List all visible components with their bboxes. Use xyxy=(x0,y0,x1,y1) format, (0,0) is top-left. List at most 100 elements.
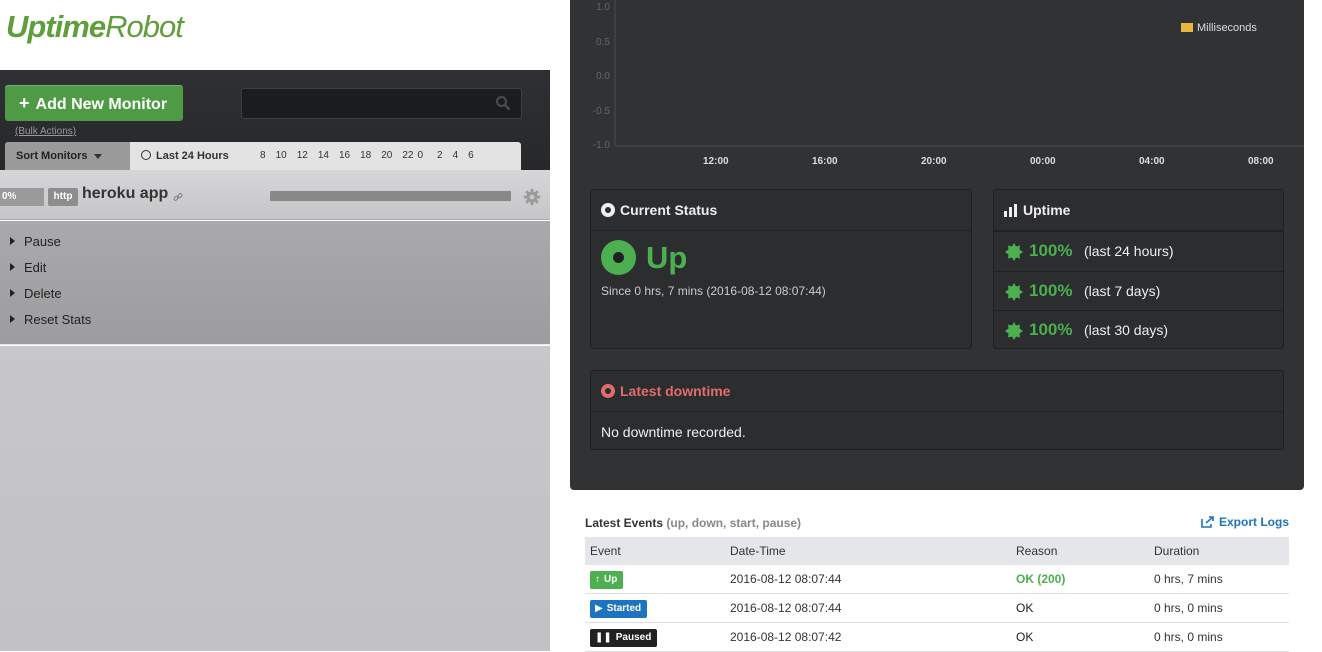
x-tick-label: 20:00 xyxy=(921,156,947,167)
sort-bar: Sort Monitors Last 24 Hours 8 10 12 14 16 18 2… xyxy=(5,142,521,170)
uptime-period: (last 7 days) xyxy=(1084,283,1161,299)
time-range-text: Last 24 Hours xyxy=(156,150,229,162)
y-tick-label: 0.0 xyxy=(596,71,610,82)
events-table-header: Event Date-Time Reason Duration xyxy=(585,537,1289,565)
hour-label: 22 xyxy=(402,150,414,161)
pause-action[interactable]: Pause xyxy=(10,232,61,252)
y-tick-label: 1.0 xyxy=(596,2,610,13)
play-icon: ▶ xyxy=(595,603,603,614)
export-icon xyxy=(1201,516,1214,528)
uptime-title: Uptime xyxy=(1023,202,1071,218)
caret-down-icon xyxy=(93,153,102,159)
monitor-actions-menu: Pause Edit Delete Reset Stats xyxy=(0,221,550,345)
time-range-label[interactable]: Last 24 Hours xyxy=(141,142,229,170)
bar-chart-icon xyxy=(1004,204,1018,217)
uptime-box: Uptime 100% (last 24 hours) 100% (last 7… xyxy=(993,189,1284,349)
gear-icon[interactable] xyxy=(523,188,541,206)
monitor-toolbar: + Add New Monitor (Bulk Actions) Sort Mon… xyxy=(0,70,550,170)
uptime-percent: 100% xyxy=(1029,281,1073,300)
column-header-reason[interactable]: Reason xyxy=(1016,537,1057,565)
event-label: Paused xyxy=(615,632,652,643)
hour-label: 14 xyxy=(317,150,329,161)
event-duration: 0 hrs, 0 mins xyxy=(1154,601,1223,615)
downtime-dot-icon xyxy=(601,384,615,398)
events-subtitle: (up, down, start, pause) xyxy=(666,516,802,530)
latest-downtime-header: Latest downtime xyxy=(591,371,1283,412)
event-label: Up xyxy=(604,574,618,585)
latest-downtime-text: No downtime recorded. xyxy=(601,424,746,440)
pause-icon: ❚❚ xyxy=(595,632,612,643)
event-duration: 0 hrs, 0 mins xyxy=(1154,630,1223,644)
table-row: ↑ Up 2016-08-12 08:07:44 OK (200) 0 hrs, … xyxy=(585,565,1289,594)
column-header-datetime[interactable]: Date-Time xyxy=(730,537,786,565)
events-title: Latest Events (up, down, start, pause) xyxy=(585,516,801,530)
sort-monitors-dropdown[interactable]: Sort Monitors xyxy=(5,142,130,170)
burst-icon xyxy=(1005,322,1023,340)
logo[interactable]: UptimeRobot xyxy=(6,8,184,46)
current-status-header: Current Status xyxy=(591,190,971,231)
edit-action-label: Edit xyxy=(24,260,47,275)
events-title-text: Latest Events xyxy=(585,516,664,530)
delete-action-label: Delete xyxy=(24,286,62,301)
triangle-right-icon xyxy=(10,263,15,271)
pause-action-label: Pause xyxy=(24,234,61,249)
uptime-period: (last 24 hours) xyxy=(1084,243,1174,259)
monitor-detail-panel: 1.0 0.5 0.0 -0.5 -1.0 12:00 16:00 20:00 00:00 04… xyxy=(570,0,1304,490)
column-header-duration[interactable]: Duration xyxy=(1154,537,1199,565)
edit-action[interactable]: Edit xyxy=(10,258,46,278)
hour-label: 12 xyxy=(296,150,308,161)
delete-action[interactable]: Delete xyxy=(10,284,62,304)
search-icon xyxy=(496,96,511,111)
hour-label: 10 xyxy=(275,150,287,161)
response-time-chart: 1.0 0.5 0.0 -0.5 -1.0 12:00 16:00 20:00 00:00 04… xyxy=(570,0,1304,180)
latest-events-section: Latest Events (up, down, start, pause) E… xyxy=(585,505,1289,652)
search-input[interactable] xyxy=(241,88,522,119)
table-row: ▶ Started 2016-08-12 08:07:44 OK 0 hrs, 0… xyxy=(585,594,1289,623)
y-tick-label: -0.5 xyxy=(592,105,610,117)
hour-label: 16 xyxy=(338,150,351,161)
uptime-percent: 100% xyxy=(1029,241,1073,260)
monitor-name[interactable]: heroku app xyxy=(82,185,168,203)
current-status-title: Current Status xyxy=(620,202,718,218)
burst-icon xyxy=(1005,283,1023,301)
uptime-row: 100% (last 24 hours) xyxy=(994,231,1283,270)
x-tick-label: 00:00 xyxy=(1030,156,1056,167)
reset-stats-action-label: Reset Stats xyxy=(24,312,92,327)
link-icon[interactable] xyxy=(173,192,183,202)
hour-label: 20 xyxy=(381,150,393,161)
hour-label: 6 xyxy=(468,150,474,161)
legend-label: Milliseconds xyxy=(1197,22,1257,34)
status-text: Up xyxy=(646,240,688,275)
event-reason: OK (200) xyxy=(1016,572,1066,586)
add-new-monitor-button[interactable]: + Add New Monitor xyxy=(5,85,183,121)
hour-label: 8 xyxy=(260,150,266,161)
uptime-period: (last 30 days) xyxy=(1084,322,1169,338)
status-dot-icon xyxy=(601,203,615,217)
export-logs-link[interactable]: Export Logs xyxy=(1201,515,1289,529)
hour-scale: 8 10 12 14 16 18 20 22 0 2 4 6 xyxy=(260,142,484,170)
hour-label: 2 xyxy=(437,150,443,161)
monitor-list-empty-area xyxy=(0,346,550,651)
event-badge-paused: ❚❚ Paused xyxy=(590,629,658,647)
uptime-header: Uptime xyxy=(994,190,1283,231)
x-tick-label: 08:00 xyxy=(1248,156,1274,167)
bulk-actions-link[interactable]: (Bulk Actions) xyxy=(15,126,76,137)
monitor-type-badge: http xyxy=(48,188,78,206)
uptime-row: 100% (last 30 days) xyxy=(994,310,1283,349)
reset-stats-action[interactable]: Reset Stats xyxy=(10,310,91,330)
event-reason: OK xyxy=(1016,601,1034,615)
triangle-right-icon xyxy=(10,289,15,297)
export-logs-label: Export Logs xyxy=(1218,515,1289,529)
event-label: Started xyxy=(606,603,642,614)
chart-legend: Milliseconds xyxy=(1181,22,1257,34)
uptime-bar xyxy=(270,191,511,201)
arrow-up-icon: ↑ xyxy=(595,574,600,585)
monitor-row[interactable]: 0% http heroku app xyxy=(0,170,550,220)
hour-label: 0 xyxy=(417,150,423,161)
status-up-icon xyxy=(601,240,636,275)
event-datetime: 2016-08-12 08:07:44 xyxy=(730,601,842,615)
hour-label: 18 xyxy=(360,150,372,161)
logo-text-uptime: Uptime xyxy=(6,9,106,44)
column-header-event[interactable]: Event xyxy=(590,537,621,565)
x-tick-label: 12:00 xyxy=(703,156,729,167)
